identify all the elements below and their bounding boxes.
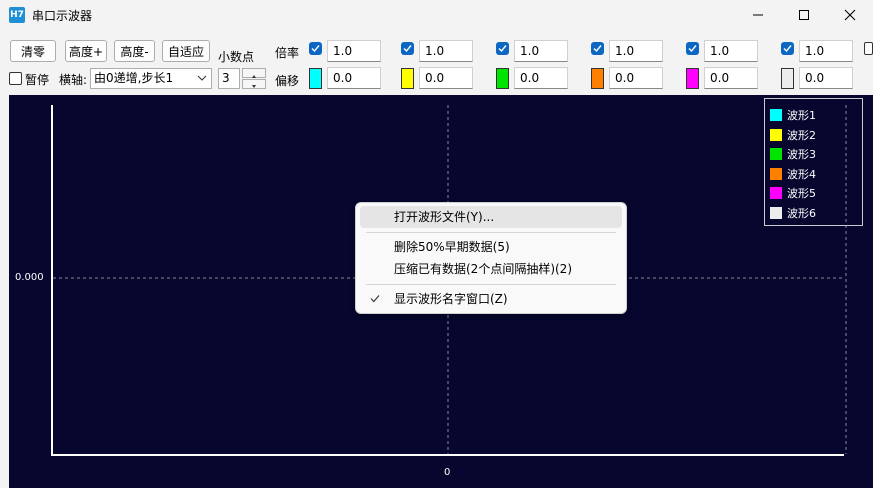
checkmark-icon: [403, 45, 412, 53]
legend-item: 波形5: [770, 185, 816, 201]
channel-1-color-swatch[interactable]: [309, 68, 322, 89]
clear-button[interactable]: 清零: [10, 40, 56, 62]
menu-compress[interactable]: 压缩已有数据(2个点间隔抽样)(2): [360, 258, 622, 280]
legend-item: 波形3: [770, 146, 816, 162]
channel-4-color-swatch[interactable]: [591, 68, 604, 89]
channel-5-color-swatch[interactable]: [686, 68, 699, 89]
channel-4-scale-input[interactable]: 1.0: [609, 40, 663, 62]
channel-2-scale-input[interactable]: 1.0: [419, 40, 473, 62]
channel-6-color-swatch[interactable]: [781, 68, 794, 89]
menu-show-names-label: 显示波形名字窗口(Z): [394, 292, 508, 306]
xaxis-select-value: 由0递增,步长1: [94, 71, 174, 85]
legend-label: 波形4: [787, 167, 816, 181]
channel-1-enable-checkbox[interactable]: [309, 42, 322, 55]
channel-2-enable-checkbox[interactable]: [401, 42, 414, 55]
close-icon: [844, 9, 856, 21]
maximize-button[interactable]: [781, 0, 827, 30]
menu-separator: [366, 284, 616, 285]
legend-swatch: [770, 109, 782, 121]
decimals-up-button[interactable]: [242, 68, 266, 78]
minimize-icon: [753, 14, 763, 16]
menu-delete-early[interactable]: 删除50%早期数据(5): [360, 236, 622, 258]
checkmark-icon: [311, 45, 320, 53]
channel-6-scale-input[interactable]: 1.0: [799, 40, 853, 62]
legend-label: 波形5: [787, 187, 816, 200]
menu-open-file[interactable]: 打开波形文件(Y)...: [360, 206, 622, 228]
channel-1-offset-input[interactable]: 0.0: [327, 67, 381, 89]
checkmark-icon: [370, 295, 380, 303]
close-button[interactable]: [827, 0, 873, 30]
window-title: 串口示波器: [32, 9, 93, 23]
legend-swatch: [770, 148, 782, 160]
channel-3-color-swatch[interactable]: [496, 68, 509, 89]
legend-label: 波形3: [787, 148, 816, 161]
offset-label: 偏移: [275, 74, 300, 88]
xaxis-label: 横轴:: [59, 73, 88, 87]
channel-3-offset-input[interactable]: 0.0: [514, 67, 568, 89]
channel-2-offset-input[interactable]: 0.0: [419, 67, 473, 89]
channel-5-scale-input[interactable]: 1.0: [704, 40, 758, 62]
title-bar: H7 串口示波器: [0, 0, 873, 32]
legend-swatch: [770, 167, 782, 180]
channel-6-enable-checkbox[interactable]: [781, 42, 794, 55]
channel-2-color-swatch[interactable]: [401, 68, 414, 89]
channel-5-offset-input[interactable]: 0.0: [704, 67, 758, 89]
height-plus-button[interactable]: 高度+: [65, 40, 107, 62]
caret-down-icon: [252, 85, 256, 88]
x-axis: [51, 454, 844, 456]
pause-checkbox[interactable]: [9, 72, 22, 85]
legend-label: 波形6: [787, 206, 816, 220]
menu-show-names[interactable]: 显示波形名字窗口(Z): [360, 288, 622, 310]
decimal-label: 小数点: [218, 50, 255, 64]
maximize-icon: [799, 10, 809, 20]
legend-swatch: [770, 128, 782, 141]
channel-1-scale-input[interactable]: 1.0: [327, 40, 381, 62]
legend-swatch: [770, 206, 782, 219]
checkmark-icon: [688, 45, 697, 53]
decimals-input[interactable]: 3: [218, 68, 240, 89]
menu-separator: [366, 232, 616, 233]
y-tick-label: 0.000: [15, 272, 44, 283]
checkmark-icon: [593, 45, 602, 53]
channel-4-offset-input[interactable]: 0.0: [609, 67, 663, 89]
app-icon: H7: [9, 7, 25, 23]
x-tick-label: 0: [444, 467, 451, 478]
channel-6-offset-input[interactable]: 0.0: [799, 67, 853, 89]
channel-4-enable-checkbox[interactable]: [591, 42, 604, 55]
chevron-down-icon: [197, 75, 207, 81]
legend-panel: 波形1 波形2 波形3 波形4 波形5 波形6: [764, 98, 863, 226]
channel-7-checkbox[interactable]: [864, 42, 873, 55]
context-menu: 打开波形文件(Y)... 删除50%早期数据(5) 压缩已有数据(2个点间隔抽样…: [355, 202, 627, 314]
pause-label: 暂停: [25, 73, 50, 87]
checkmark-icon: [783, 45, 792, 53]
height-minus-button[interactable]: 高度-: [114, 40, 155, 62]
channel-5-enable-checkbox[interactable]: [686, 42, 699, 55]
y-axis: [51, 105, 53, 456]
decimals-down-button[interactable]: [242, 79, 266, 89]
xaxis-select[interactable]: 由0递增,步长1: [90, 68, 212, 89]
legend-item: 波形1: [770, 107, 816, 123]
legend-item: 波形2: [770, 127, 816, 143]
legend-label: 波形1: [787, 109, 816, 122]
scale-label: 倍率: [275, 46, 300, 60]
legend-swatch: [770, 187, 782, 199]
channel-3-scale-input[interactable]: 1.0: [514, 40, 568, 62]
legend-label: 波形2: [787, 128, 816, 142]
minimize-button[interactable]: [735, 0, 781, 30]
channel-3-enable-checkbox[interactable]: [496, 42, 509, 55]
legend-item: 波形6: [770, 205, 816, 221]
autofit-button[interactable]: 自适应: [162, 40, 210, 62]
checkmark-icon: [498, 45, 507, 53]
legend-item: 波形4: [770, 166, 816, 182]
